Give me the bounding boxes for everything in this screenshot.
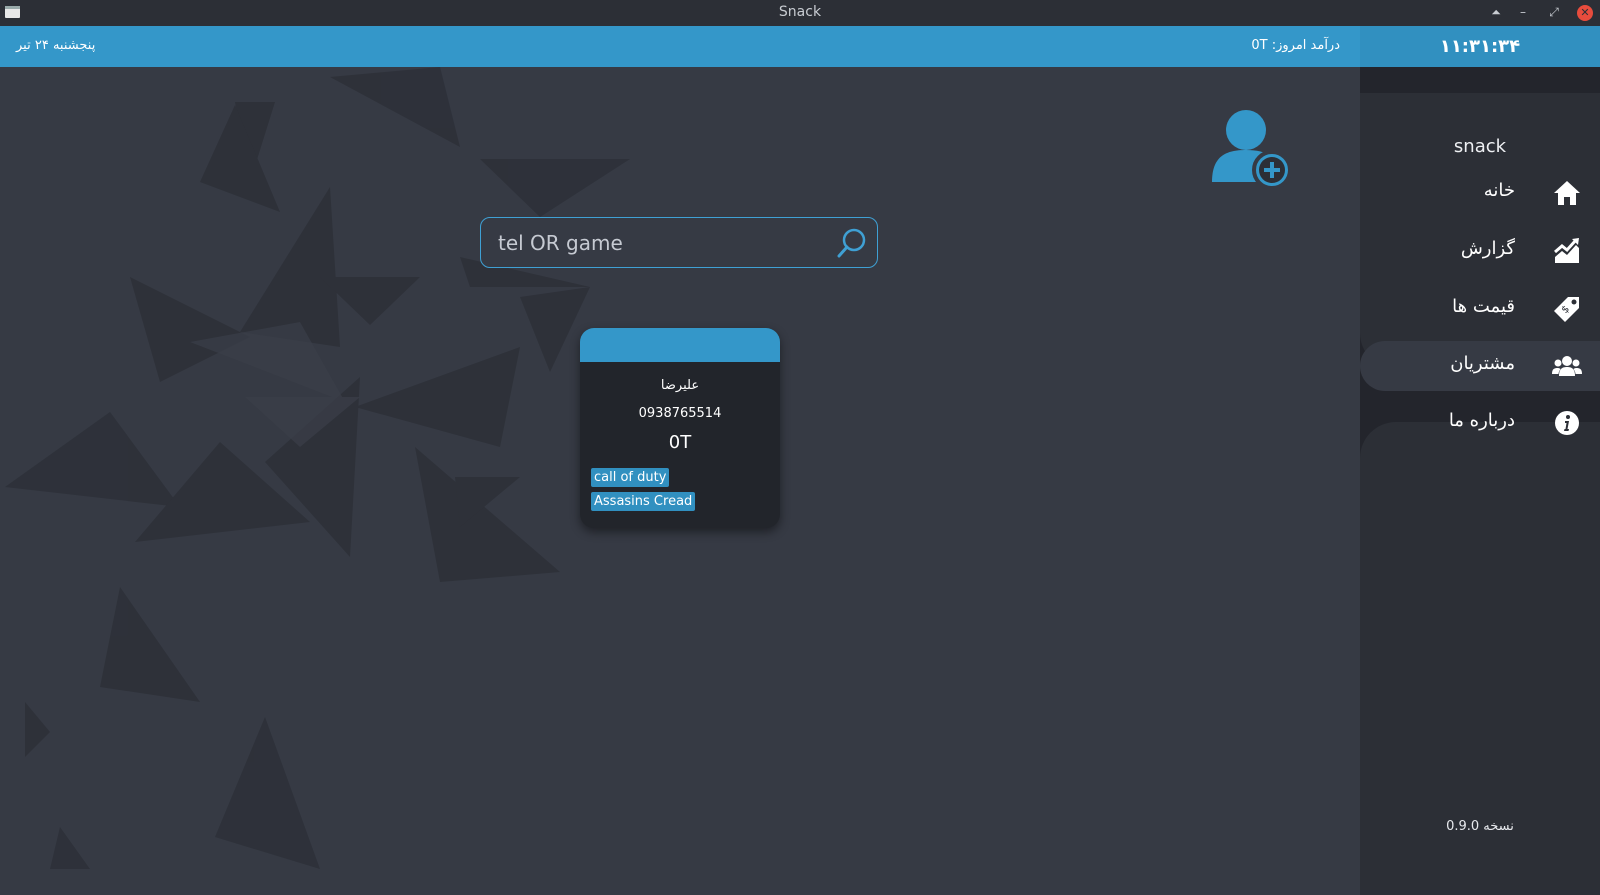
app-version: نسخه 0.9.0	[1446, 819, 1514, 834]
today-income: درآمد امروز: 0T	[1251, 38, 1340, 53]
sidebar-item-label: درباره ما	[1448, 410, 1515, 431]
today-income-label: درآمد امروز:	[1267, 38, 1340, 53]
window-title: Snack	[778, 4, 822, 20]
game-tag: Assasins Cread	[591, 492, 696, 511]
search-input[interactable]	[496, 228, 820, 258]
sidebar-item-reports[interactable]: گزارش	[1360, 226, 1600, 276]
sidebar-item-label: گزارش	[1460, 238, 1515, 259]
chart-icon	[1554, 238, 1579, 263]
customer-name: علیرضا	[660, 378, 700, 393]
restore-button[interactable]: ⤢	[1546, 4, 1562, 20]
sidebar-item-customers[interactable]: مشتریان	[1360, 341, 1600, 391]
customer-card-header	[580, 328, 780, 362]
close-button[interactable]: ✕	[1577, 5, 1593, 21]
current-date: پنجشنبه ۲۴ تیر	[16, 38, 96, 53]
home-icon	[1554, 181, 1580, 205]
sidebar-item-label: خانه	[1483, 180, 1515, 201]
clock: ۱۱:۳۱:۳۴	[1360, 26, 1600, 67]
today-income-value: 0T	[1251, 38, 1268, 53]
sidebar-item-home[interactable]: خانه	[1360, 168, 1600, 218]
sidebar-item-label: مشتریان	[1450, 353, 1515, 374]
app-brand: snack	[1453, 136, 1507, 157]
sidebar-item-about[interactable]: درباره ما	[1360, 398, 1600, 448]
minimize-button[interactable]: –	[1515, 4, 1531, 20]
keep-above-icon[interactable]: ⏶	[1488, 4, 1504, 20]
game-tag: call of duty	[591, 468, 670, 487]
sidebar-item-prices[interactable]: قیمت ها $	[1360, 284, 1600, 334]
top-status-bar: پنجشنبه ۲۴ تیر درآمد امروز: 0T	[0, 26, 1360, 67]
search-icon[interactable]	[836, 227, 868, 259]
customer-search-box	[480, 217, 878, 268]
customer-phone: 0938765514	[638, 406, 722, 421]
info-icon	[1555, 411, 1579, 435]
users-icon	[1552, 356, 1582, 376]
window-titlebar: Snack ⏶ – ⤢ ✕	[0, 0, 1600, 26]
sidebar: ۱۱:۳۱:۳۴ snack خانه گزارش قیمت ها $ مشتر…	[1360, 26, 1600, 895]
customer-card[interactable]: علیرضا 0938765514 0T call of duty Assasi…	[580, 328, 780, 528]
customer-balance: 0T	[668, 432, 692, 453]
add-user-icon	[1212, 110, 1292, 190]
price-tag-icon: $	[1554, 297, 1579, 322]
sidebar-item-label: قیمت ها	[1452, 296, 1515, 317]
add-customer-button[interactable]	[1208, 104, 1300, 196]
